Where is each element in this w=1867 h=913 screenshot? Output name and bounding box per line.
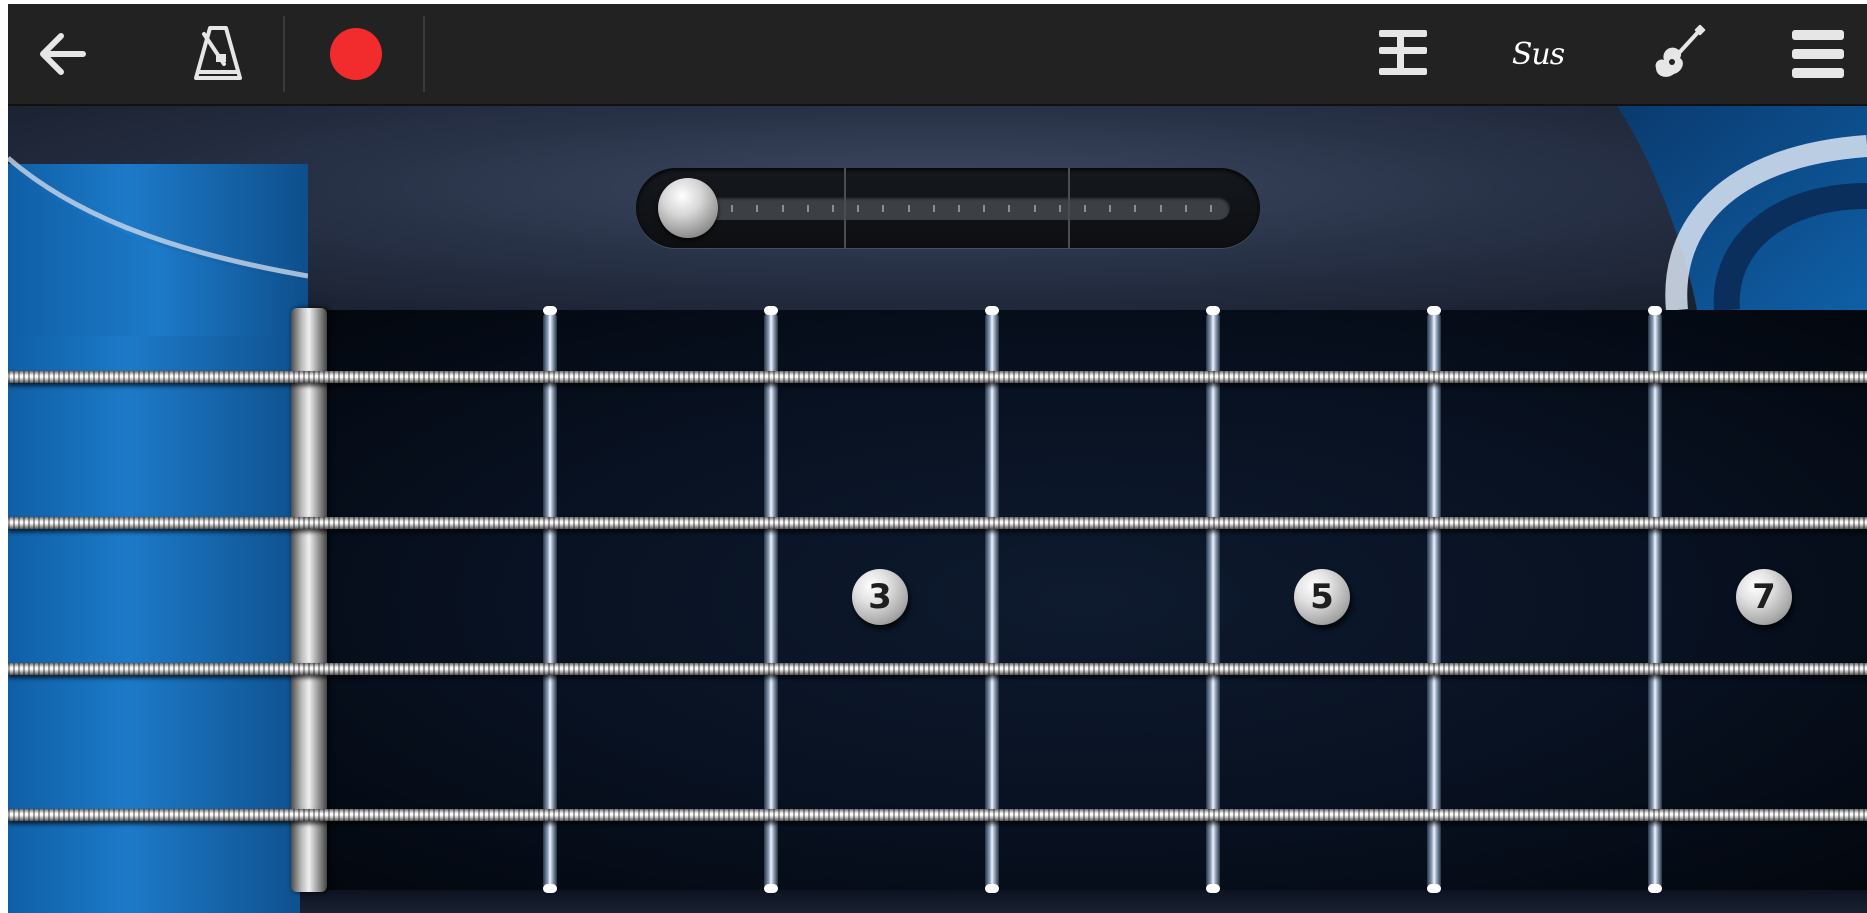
slider-tick — [857, 205, 860, 212]
slider-track — [666, 196, 1230, 220]
chord-mode-button[interactable] — [1363, 4, 1443, 104]
menu-button[interactable] — [1783, 4, 1853, 104]
slider-tick — [983, 205, 986, 212]
fret-marker-5: 5 — [1294, 569, 1350, 625]
instrument-body-curve — [8, 156, 308, 336]
instrument-body-right — [1617, 106, 1867, 310]
fret-cap — [764, 884, 778, 893]
fret-cap — [764, 306, 778, 315]
slider-section-divider — [844, 168, 846, 248]
sustain-button[interactable]: Sus — [1498, 4, 1578, 104]
slider-tick — [958, 205, 960, 212]
slider-tick — [1109, 205, 1112, 212]
hamburger-menu-icon — [1792, 30, 1844, 78]
metronome-icon — [194, 26, 242, 80]
slider-tick — [932, 205, 935, 212]
nut — [291, 308, 327, 892]
guitar-icon — [1655, 24, 1706, 77]
slider-tick — [1008, 205, 1011, 212]
fret — [1427, 312, 1441, 890]
fret — [1206, 312, 1220, 890]
fret — [985, 312, 999, 890]
top-toolbar: Sus — [8, 4, 1867, 106]
chord-mode-icon — [1379, 30, 1427, 75]
record-button[interactable] — [318, 4, 394, 104]
slider-tick — [781, 205, 784, 212]
bass-guitar-app: Sus 3 5 7 — [8, 4, 1867, 913]
fret-cap — [1427, 884, 1441, 893]
fret-cap — [1648, 884, 1662, 893]
slider-tick — [1084, 205, 1086, 212]
slider-tick — [832, 205, 834, 212]
fret — [764, 312, 778, 890]
slider-tick — [1184, 205, 1187, 212]
toolbar-divider — [283, 16, 285, 92]
fret-marker-7: 7 — [1736, 569, 1792, 625]
fret-marker-label: 3 — [868, 577, 892, 617]
string-3[interactable] — [8, 663, 1867, 675]
sustain-label: Sus — [1511, 36, 1565, 72]
fret-marker-3: 3 — [852, 569, 908, 625]
fret-cap — [1427, 306, 1441, 315]
fret-cap — [985, 306, 999, 315]
slider-tick — [1210, 205, 1212, 212]
string-2[interactable] — [8, 517, 1867, 529]
slider-tick — [907, 205, 910, 212]
record-icon — [330, 28, 382, 80]
slider-tick — [806, 205, 809, 212]
slider-tick — [1159, 205, 1162, 212]
fretboard-position-slider[interactable] — [636, 168, 1260, 248]
fret-cap — [543, 884, 557, 893]
fret-cap — [985, 884, 999, 893]
slider-tick — [1033, 205, 1036, 212]
slider-tick — [882, 205, 885, 212]
slider-tick — [1058, 205, 1061, 212]
arrow-left-icon — [40, 33, 86, 75]
fret — [543, 312, 557, 890]
slider-tick — [1134, 205, 1137, 212]
fret-cap — [1648, 306, 1662, 315]
slider-section-divider — [1068, 168, 1070, 248]
toolbar-divider — [423, 16, 425, 92]
instrument-button[interactable] — [1638, 4, 1718, 104]
slider-knob[interactable] — [658, 178, 718, 238]
fret-marker-label: 5 — [1310, 577, 1334, 617]
fret-cap — [1206, 306, 1220, 315]
string-4[interactable] — [8, 809, 1867, 821]
metronome-button[interactable] — [178, 4, 258, 104]
slider-tick — [731, 205, 734, 212]
fret — [1648, 312, 1662, 890]
slider-tick — [756, 205, 759, 212]
fret-cap — [1206, 884, 1220, 893]
fretboard-edge — [300, 890, 1867, 913]
string-1[interactable] — [8, 371, 1867, 383]
fret-marker-label: 7 — [1752, 577, 1776, 617]
back-button[interactable] — [28, 4, 98, 104]
fret-cap — [543, 306, 557, 315]
fretboard[interactable] — [300, 310, 1867, 890]
